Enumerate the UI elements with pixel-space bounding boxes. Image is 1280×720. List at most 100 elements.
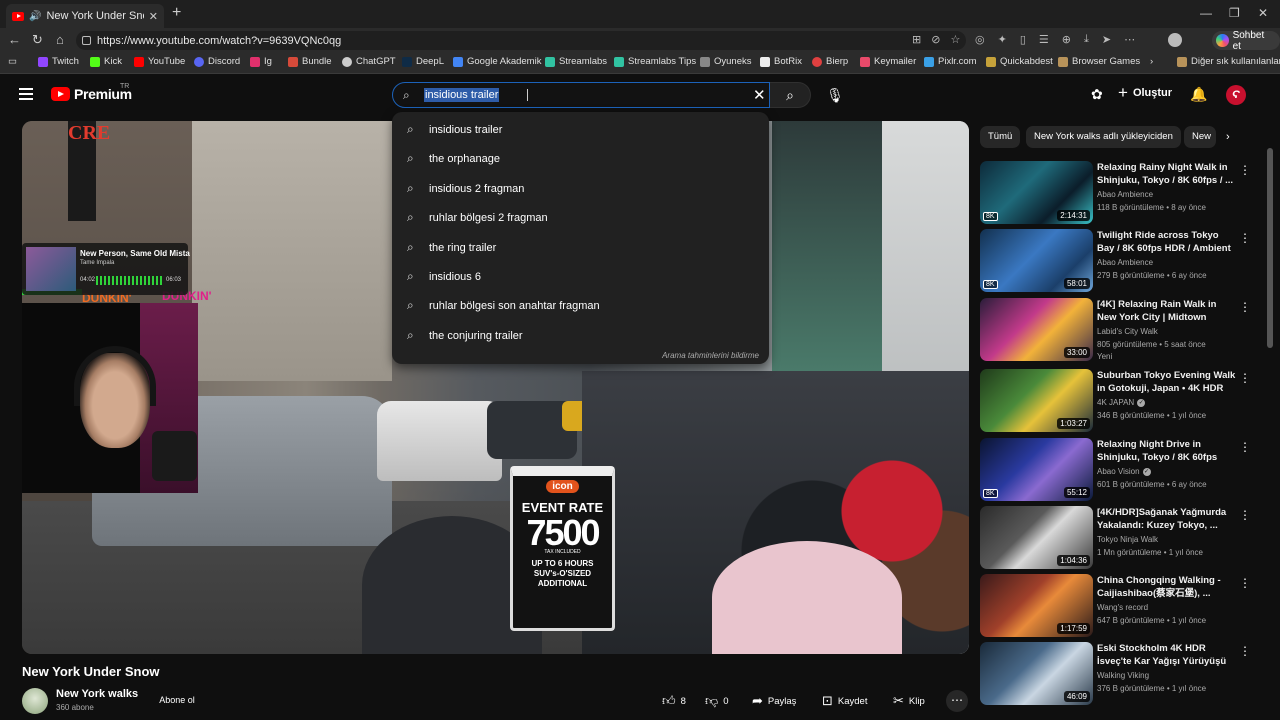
audio-playing-icon[interactable]: 🔊 [29, 11, 41, 22]
suggestion-item[interactable]: ⌕ insidious trailer [392, 115, 769, 144]
suggestion-item[interactable]: ⌕ the conjuring trailer [392, 321, 769, 350]
bookmarks-overflow-icon[interactable]: › [1150, 56, 1153, 67]
recommendation-title[interactable]: Relaxing Night Drive in Shinjuku, Tokyo … [1097, 438, 1237, 464]
bookmarks-toggle-icon[interactable]: ▭ [8, 56, 17, 67]
extension-icon[interactable]: ✿ [1091, 86, 1103, 103]
recommendation-item[interactable]: 1:03:27 Suburban Tokyo Evening Walk in Go… [980, 369, 1260, 433]
reload-icon[interactable]: ↻ [32, 32, 43, 48]
recommendation-title[interactable]: Eski Stockholm 4K HDR İsveç'te Kar Yağış… [1097, 642, 1237, 668]
dislike-button[interactable]: 👎︎ 0 [705, 690, 729, 712]
suggestion-item[interactable]: ⌕ ruhlar bölgesi 2 fragman [392, 203, 769, 232]
extension-game-icon[interactable]: ◎ [975, 33, 985, 46]
video-thumbnail[interactable]: 1:17:59 [980, 574, 1093, 637]
more-vertical-icon[interactable]: ⋮ [1239, 644, 1251, 658]
chevron-right-icon[interactable]: › [1226, 131, 1230, 143]
recommendation-title[interactable]: Suburban Tokyo Evening Walk in Gotokuji,… [1097, 369, 1237, 395]
other-bookmarks[interactable]: Diğer sık kullanılanlar [1177, 56, 1280, 67]
tab-close-icon[interactable]: ✕ [149, 10, 158, 23]
more-vertical-icon[interactable]: ⋮ [1239, 231, 1251, 245]
save-button[interactable]: ⊡ Kaydet [822, 690, 867, 712]
bookmark-streamlabs[interactable]: Streamlabs [545, 56, 607, 67]
more-actions-button[interactable]: ⋯ [946, 690, 968, 712]
recommendation-channel[interactable]: Wang's record [1097, 603, 1148, 612]
channel-avatar[interactable] [22, 688, 48, 714]
recommendation-item[interactable]: 8K 58:01 Twilight Ride across Tokyo Bay / … [980, 229, 1260, 293]
recommendation-channel[interactable]: 4K JAPAN ✓ [1097, 398, 1146, 407]
bookmark-discord[interactable]: Discord [194, 56, 240, 67]
split-screen-icon[interactable]: ▯ [1020, 33, 1026, 46]
more-vertical-icon[interactable]: ⋮ [1239, 440, 1251, 454]
voice-search-button[interactable]: 🎙 [822, 82, 848, 108]
recommendation-title[interactable]: [4K/HDR]Sağanak Yağmurda Yakalandı: Kuze… [1097, 506, 1237, 532]
video-thumbnail[interactable]: 8K 55:12 [980, 438, 1093, 501]
video-thumbnail[interactable]: 33:00 [980, 298, 1093, 361]
recommendation-title[interactable]: [4K] Relaxing Rain Walk in New York City… [1097, 298, 1237, 324]
search-input[interactable]: ⌕ insidious trailer ✕ [392, 82, 770, 108]
bookmark-deepl[interactable]: DeepL [402, 56, 444, 67]
recommendation-item[interactable]: 8K 2:14:31 Relaxing Rainy Night Walk in Sh… [980, 161, 1260, 225]
copilot-chat-button[interactable]: Sohbet et [1212, 30, 1280, 52]
tracking-icon[interactable]: ⊘ [931, 33, 940, 46]
account-avatar[interactable]: Ϛ [1226, 85, 1246, 105]
suggestion-item[interactable]: ⌕ ruhlar bölgesi son anahtar fragman [392, 291, 769, 320]
favorites-icon[interactable]: ☰ [1039, 33, 1049, 46]
bookmark-chatgpt[interactable]: ChatGPT [342, 56, 396, 67]
url-field[interactable]: https://www.youtube.com/watch?v=9639VQNc… [76, 31, 966, 50]
recommendation-channel[interactable]: Labid's City Walk [1097, 327, 1158, 336]
bookmark-botrix[interactable]: BotRix [760, 56, 802, 67]
suggestion-item[interactable]: ⌕ the ring trailer [392, 233, 769, 262]
recommendation-item[interactable]: 33:00 [4K] Relaxing Rain Walk in New York… [980, 298, 1260, 362]
more-vertical-icon[interactable]: ⋮ [1239, 576, 1251, 590]
recommendation-title[interactable]: China Chongqing Walking - Caijiashibao(蔡… [1097, 574, 1237, 600]
recommendation-channel[interactable]: Tokyo Ninja Walk [1097, 535, 1158, 544]
search-button[interactable]: ⌕ [770, 82, 811, 108]
clear-search-icon[interactable]: ✕ [753, 86, 766, 104]
share-button[interactable]: ➦ Paylaş [752, 690, 796, 712]
bookmark-bundle[interactable]: Bundle [288, 56, 332, 67]
recommendation-channel[interactable]: Abao Ambience [1097, 258, 1153, 267]
subscribe-button[interactable]: Abone ol [146, 690, 208, 710]
bookmark-google-akademik[interactable]: Google Akademik [453, 56, 541, 67]
video-thumbnail[interactable]: 46:09 [980, 642, 1093, 705]
bookmark-twitch[interactable]: Twitch [38, 56, 79, 67]
more-vertical-icon[interactable]: ⋮ [1239, 371, 1251, 385]
close-window-icon[interactable]: ✕ [1258, 6, 1268, 20]
bookmark-bierp[interactable]: Bierp [812, 56, 848, 67]
recommendation-item[interactable]: 1:04:36 [4K/HDR]Sağanak Yağmurda Yakaland… [980, 506, 1260, 570]
channel-name[interactable]: New York walks [56, 688, 138, 700]
chip-all[interactable]: Tümü [980, 126, 1021, 148]
bookmark-streamlabs-tips[interactable]: Streamlabs Tips [614, 56, 696, 67]
chip-new[interactable]: New [1184, 126, 1216, 148]
recommendation-channel[interactable]: Abao Ambience [1097, 190, 1153, 199]
suggestion-item[interactable]: ⌕ insidious 6 [392, 262, 769, 291]
menu-icon[interactable] [19, 88, 33, 100]
create-button[interactable]: + Oluştur [1118, 84, 1172, 101]
chip-from-uploader[interactable]: New York walks adlı yükleyiciden [1026, 126, 1181, 148]
bookmark-keymailer[interactable]: Keymailer [860, 56, 916, 67]
suggestion-item[interactable]: ⌕ insidious 2 fragman [392, 174, 769, 203]
bookmark-kick[interactable]: Kick [90, 56, 122, 67]
recommendation-item[interactable]: 8K 55:12 Relaxing Night Drive in Shinjuku,… [980, 438, 1260, 502]
collections-icon[interactable]: ⊕ [1062, 33, 1071, 46]
sidebar-scrollbar[interactable] [1267, 148, 1273, 348]
video-thumbnail[interactable]: 8K 2:14:31 [980, 161, 1093, 224]
more-vertical-icon[interactable]: ⋮ [1239, 508, 1251, 522]
search-query[interactable]: insidious trailer [424, 88, 500, 102]
profile-icon[interactable] [1168, 33, 1182, 47]
video-thumbnail[interactable]: 1:04:36 [980, 506, 1093, 569]
more-vertical-icon[interactable]: ⋮ [1239, 163, 1251, 177]
recommendation-title[interactable]: Relaxing Rainy Night Walk in Shinjuku, T… [1097, 161, 1237, 187]
minimize-icon[interactable]: — [1200, 6, 1212, 20]
bookmark-youtube[interactable]: YouTube [134, 56, 185, 67]
new-tab-button[interactable]: + [172, 4, 181, 22]
restore-icon[interactable]: ❐ [1229, 6, 1240, 20]
settings-menu-icon[interactable]: ⋯ [1124, 33, 1135, 46]
bookmark-browser-games[interactable]: Browser Games [1058, 56, 1140, 67]
recommendation-item[interactable]: 46:09 Eski Stockholm 4K HDR İsveç'te Kar … [980, 642, 1260, 706]
recommendation-item[interactable]: 1:17:59 China Chongqing Walking - Caijias… [980, 574, 1260, 638]
downloads-icon[interactable]: ⤓ [1084, 33, 1089, 46]
bookmark-ig[interactable]: Ig [250, 56, 272, 67]
bookmark-pixlr[interactable]: Pixlr.com [924, 56, 977, 67]
app-install-icon[interactable]: ⊞ [912, 33, 921, 46]
home-icon[interactable]: ⌂ [56, 32, 64, 47]
